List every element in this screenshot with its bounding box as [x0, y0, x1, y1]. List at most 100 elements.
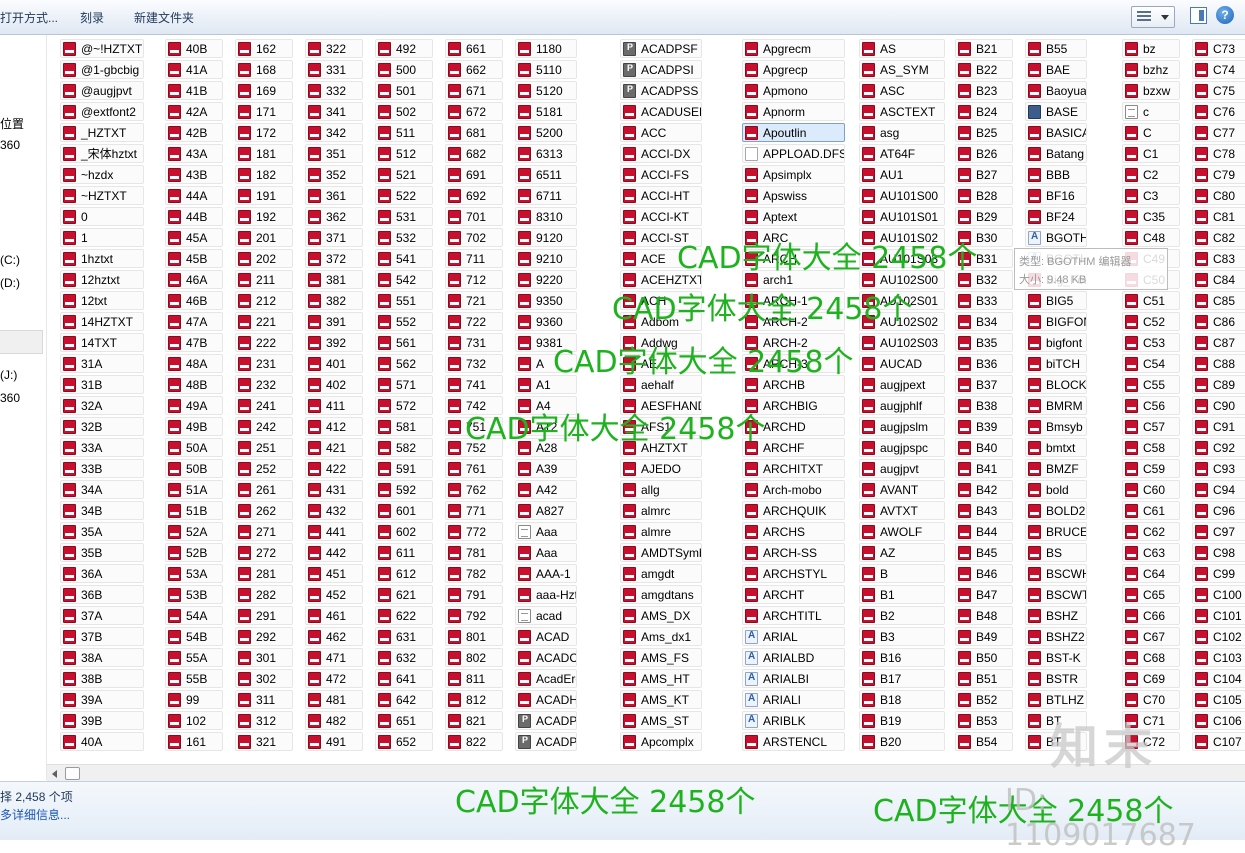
- file-item[interactable]: B53: [955, 711, 1013, 730]
- file-item[interactable]: AVANT: [859, 480, 945, 499]
- file-item[interactable]: 522: [375, 186, 433, 205]
- file-item[interactable]: ~hzdx: [60, 165, 144, 184]
- file-item[interactable]: 521: [375, 165, 433, 184]
- file-item[interactable]: 502: [375, 102, 433, 121]
- file-item[interactable]: 221: [235, 312, 293, 331]
- file-item[interactable]: 35B: [60, 543, 144, 562]
- file-item[interactable]: 781: [445, 543, 503, 562]
- file-item[interactable]: C88: [1192, 354, 1245, 373]
- file-item[interactable]: 482: [305, 711, 363, 730]
- file-item[interactable]: BSCWHZ: [1025, 564, 1087, 583]
- file-item[interactable]: C78: [1192, 144, 1245, 163]
- file-item[interactable]: 49B: [165, 417, 223, 436]
- file-item[interactable]: B37: [955, 375, 1013, 394]
- file-item[interactable]: C62: [1122, 522, 1180, 541]
- file-item[interactable]: 501: [375, 81, 433, 100]
- file-item[interactable]: 392: [305, 333, 363, 352]
- file-item[interactable]: 169: [235, 81, 293, 100]
- file-item[interactable]: _HZTXT: [60, 123, 144, 142]
- file-item[interactable]: ACC: [620, 123, 702, 142]
- file-item[interactable]: Apgrecp: [742, 60, 845, 79]
- file-item[interactable]: 402: [305, 375, 363, 394]
- file-item[interactable]: AU101S00: [859, 186, 945, 205]
- file-item[interactable]: 451: [305, 564, 363, 583]
- file-item[interactable]: BBB: [1025, 165, 1087, 184]
- file-item[interactable]: 432: [305, 501, 363, 520]
- file-item[interactable]: AAA-1: [515, 564, 577, 583]
- file-item[interactable]: 391: [305, 312, 363, 331]
- file-item[interactable]: C69: [1122, 669, 1180, 688]
- file-item[interactable]: ARCHSTYL: [742, 564, 845, 583]
- file-item[interactable]: augjpslm: [859, 417, 945, 436]
- file-item[interactable]: C101: [1192, 606, 1245, 625]
- file-item[interactable]: BSCWTXT: [1025, 585, 1087, 604]
- file-item[interactable]: B23: [955, 81, 1013, 100]
- file-item[interactable]: C75: [1192, 81, 1245, 100]
- file-item[interactable]: 401: [305, 354, 363, 373]
- file-item[interactable]: augjpvt: [859, 459, 945, 478]
- file-item[interactable]: 48B: [165, 375, 223, 394]
- file-item[interactable]: 31B: [60, 375, 144, 394]
- file-item[interactable]: 661: [445, 39, 503, 58]
- file-item[interactable]: AMS_DX: [620, 606, 702, 625]
- file-item[interactable]: 54B: [165, 627, 223, 646]
- file-item[interactable]: bzhz: [1122, 60, 1180, 79]
- file-item[interactable]: 182: [235, 165, 293, 184]
- file-item[interactable]: C96: [1192, 501, 1245, 520]
- file-item[interactable]: Apmono: [742, 81, 845, 100]
- file-item[interactable]: 351: [305, 144, 363, 163]
- file-item[interactable]: 311: [235, 690, 293, 709]
- file-item[interactable]: B42: [955, 480, 1013, 499]
- file-item[interactable]: C65: [1122, 585, 1180, 604]
- file-item[interactable]: C103: [1192, 648, 1245, 667]
- file-item[interactable]: B22: [955, 60, 1013, 79]
- file-item[interactable]: 171: [235, 102, 293, 121]
- file-item[interactable]: 711: [445, 249, 503, 268]
- file-item[interactable]: 281: [235, 564, 293, 583]
- file-item[interactable]: allg: [620, 480, 702, 499]
- file-item[interactable]: 5200: [515, 123, 577, 142]
- file-item[interactable]: 1hztxt: [60, 249, 144, 268]
- file-item[interactable]: 5181: [515, 102, 577, 121]
- file-item[interactable]: AZ: [859, 543, 945, 562]
- file-item[interactable]: 38B: [60, 669, 144, 688]
- file-item[interactable]: 9210: [515, 249, 577, 268]
- file-item[interactable]: 361: [305, 186, 363, 205]
- file-item[interactable]: BSHZ2: [1025, 627, 1087, 646]
- file-item[interactable]: 342: [305, 123, 363, 142]
- file-item[interactable]: C54: [1122, 354, 1180, 373]
- file-item[interactable]: 46B: [165, 291, 223, 310]
- file-item[interactable]: 631: [375, 627, 433, 646]
- file-item[interactable]: BRUCE: [1025, 522, 1087, 541]
- file-item[interactable]: 53A: [165, 564, 223, 583]
- file-item[interactable]: BASE: [1025, 102, 1087, 121]
- file-item[interactable]: AU1: [859, 165, 945, 184]
- file-item[interactable]: augjpspc: [859, 438, 945, 457]
- file-item[interactable]: 681: [445, 123, 503, 142]
- file-item[interactable]: 50A: [165, 438, 223, 457]
- preview-pane-button[interactable]: [1190, 7, 1207, 24]
- file-item[interactable]: 51B: [165, 501, 223, 520]
- file-item[interactable]: 9120: [515, 228, 577, 247]
- file-item[interactable]: c: [1122, 102, 1180, 121]
- file-item[interactable]: 45A: [165, 228, 223, 247]
- file-item[interactable]: BOLD2: [1025, 501, 1087, 520]
- file-item[interactable]: 222: [235, 333, 293, 352]
- file-item[interactable]: 211: [235, 270, 293, 289]
- file-item[interactable]: 592: [375, 480, 433, 499]
- file-item[interactable]: BASICA: [1025, 123, 1087, 142]
- file-item[interactable]: 37B: [60, 627, 144, 646]
- file-item[interactable]: C86: [1192, 312, 1245, 331]
- file-item[interactable]: 6711: [515, 186, 577, 205]
- file-item[interactable]: 762: [445, 480, 503, 499]
- file-item[interactable]: 39B: [60, 711, 144, 730]
- file-item[interactable]: 321: [235, 732, 293, 751]
- file-item[interactable]: ACADPSD: [515, 732, 577, 751]
- file-item[interactable]: 431: [305, 480, 363, 499]
- file-item[interactable]: 352: [305, 165, 363, 184]
- chevron-down-icon[interactable]: [1161, 15, 1169, 20]
- navigation-pane[interactable]: 位置 360 (C:) (D:) (J:) 360: [0, 35, 47, 780]
- file-item[interactable]: 541: [375, 249, 433, 268]
- file-item[interactable]: Apcomplx: [620, 732, 702, 751]
- file-item[interactable]: B40: [955, 438, 1013, 457]
